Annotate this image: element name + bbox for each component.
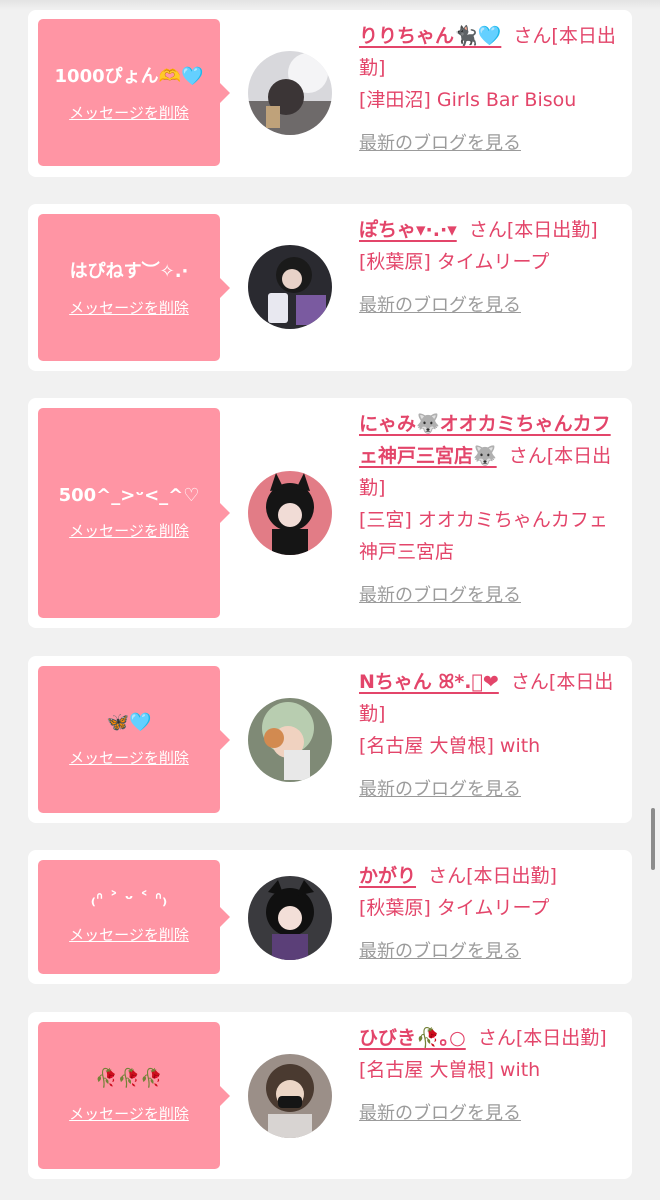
- message-card: 500^_>ᵕ<_^♡ メッセージを削除 にゃみ🐺オオカミちゃんカフェ神戸三宮店…: [28, 398, 632, 628]
- cast-name-link[interactable]: かがり: [359, 865, 416, 887]
- delete-message-button[interactable]: メッセージを削除: [69, 747, 189, 768]
- status-text: さん[本日出勤]: [468, 219, 598, 241]
- message-text: 500^_>ᵕ<_^♡: [58, 485, 200, 506]
- delete-message-button[interactable]: メッセージを削除: [69, 520, 189, 541]
- latest-blog-link[interactable]: 最新のブログを見る: [359, 1098, 619, 1130]
- message-card: 🥀🥀🥀 メッセージを削除 ひびき🥀｡○ さん[本日出勤] [名古屋 大曽根] w…: [28, 1012, 632, 1179]
- message-bubble: はぴねす︶✧.· メッセージを削除: [38, 214, 230, 361]
- avatar[interactable]: [248, 51, 332, 135]
- cast-name-link[interactable]: ぽちゃ▾·.·▾: [359, 219, 457, 241]
- latest-blog-link[interactable]: 最新のブログを見る: [359, 774, 619, 806]
- top-shadow: [0, 0, 660, 10]
- message-text: 🦋🩵: [106, 711, 152, 733]
- cast-info: ひびき🥀｡○ さん[本日出勤] [名古屋 大曽根] with 最新のブログを見る: [359, 1022, 619, 1130]
- message-bubble: ₍ᐢ ˃ ᵕ ˂ ᐢ₎ メッセージを削除: [38, 860, 230, 974]
- delete-message-button[interactable]: メッセージを削除: [69, 1103, 189, 1124]
- shop-text: [名古屋 大曽根] with: [359, 1059, 541, 1081]
- avatar[interactable]: [248, 245, 332, 329]
- cast-info: ぽちゃ▾·.·▾ さん[本日出勤] [秋葉原] タイムリープ 最新のブログを見る: [359, 214, 619, 322]
- latest-blog-link[interactable]: 最新のブログを見る: [359, 128, 619, 160]
- cast-info: かがり さん[本日出勤] [秋葉原] タイムリープ 最新のブログを見る: [359, 860, 619, 968]
- cast-name-link[interactable]: ひびき🥀｡○: [359, 1027, 466, 1049]
- message-text: はぴねす︶✧.·: [69, 261, 189, 282]
- shop-text: [津田沼] Girls Bar Bisou: [359, 89, 577, 111]
- delete-message-button[interactable]: メッセージを削除: [69, 102, 189, 123]
- cast-info: りりちゃん🐈‍⬛🩵 さん[本日出勤] [津田沼] Girls Bar Bisou…: [359, 20, 619, 160]
- message-card: 🦋🩵 メッセージを削除 Nちゃん ꕤ*.゚❤ さん[本日出勤] [名古屋 大曽根…: [28, 656, 632, 823]
- shop-text: [秋葉原] タイムリープ: [359, 251, 550, 273]
- message-bubble: 🥀🥀🥀 メッセージを削除: [38, 1022, 230, 1169]
- shop-text: [三宮] オオカミちゃんカフェ神戸三宮店: [359, 509, 608, 563]
- delete-message-button[interactable]: メッセージを削除: [69, 297, 189, 318]
- cast-info: Nちゃん ꕤ*.゚❤ さん[本日出勤] [名古屋 大曽根] with 最新のブロ…: [359, 666, 619, 806]
- delete-message-button[interactable]: メッセージを削除: [69, 924, 189, 945]
- avatar[interactable]: [248, 471, 332, 555]
- latest-blog-link[interactable]: 最新のブログを見る: [359, 290, 619, 322]
- message-text: 1000ぴょん🫶🩵: [54, 66, 204, 87]
- avatar[interactable]: [248, 698, 332, 782]
- message-bubble: 500^_>ᵕ<_^♡ メッセージを削除: [38, 408, 230, 618]
- cast-info: にゃみ🐺オオカミちゃんカフェ神戸三宮店🐺 さん[本日出勤] [三宮] オオカミち…: [359, 408, 621, 612]
- message-card: はぴねす︶✧.· メッセージを削除 ぽちゃ▾·.·▾ さん[本日出勤] [秋葉原…: [28, 204, 632, 371]
- message-text: ₍ᐢ ˃ ᵕ ˂ ᐢ₎: [90, 889, 168, 910]
- status-text: さん[本日出勤]: [477, 1027, 607, 1049]
- shop-text: [名古屋 大曽根] with: [359, 735, 541, 757]
- latest-blog-link[interactable]: 最新のブログを見る: [359, 580, 621, 612]
- message-card: 1000ぴょん🫶🩵 メッセージを削除 りりちゃん🐈‍⬛🩵 さん[本日出勤] [津…: [28, 10, 632, 177]
- message-card: ₍ᐢ ˃ ᵕ ˂ ᐢ₎ メッセージを削除 かがり さん[本日出勤] [秋葉原] …: [28, 850, 632, 984]
- message-bubble: 🦋🩵 メッセージを削除: [38, 666, 230, 813]
- scrollbar[interactable]: [651, 808, 655, 870]
- avatar[interactable]: [248, 876, 332, 960]
- message-text: 🥀🥀🥀: [95, 1067, 163, 1089]
- latest-blog-link[interactable]: 最新のブログを見る: [359, 936, 619, 968]
- message-bubble: 1000ぴょん🫶🩵 メッセージを削除: [38, 19, 230, 166]
- status-text: さん[本日出勤]: [428, 865, 557, 887]
- cast-name-link[interactable]: Nちゃん ꕤ*.゚❤: [359, 671, 499, 693]
- avatar[interactable]: [248, 1054, 332, 1138]
- shop-text: [秋葉原] タイムリープ: [359, 897, 550, 919]
- cast-name-link[interactable]: りりちゃん🐈‍⬛🩵: [359, 25, 501, 47]
